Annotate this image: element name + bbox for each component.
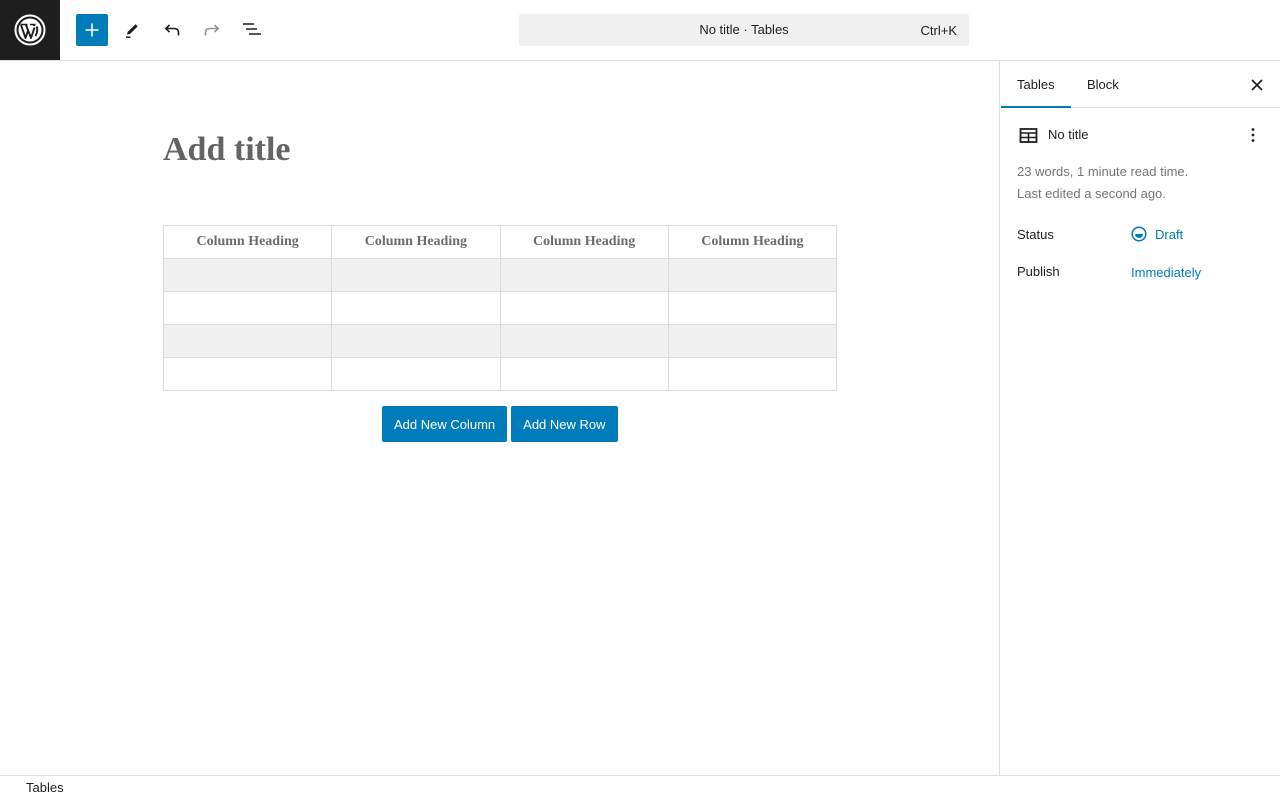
tools-button[interactable] [116, 14, 148, 46]
document-meta: 23 words, 1 minute read time. Last edite… [1017, 161, 1188, 205]
editor-footer: Tables [0, 775, 1280, 800]
column-heading-cell[interactable]: Column Heading [499, 225, 669, 259]
list-view-icon [243, 23, 261, 35]
table-cell[interactable] [499, 324, 669, 358]
document-title: No title [1048, 127, 1089, 142]
table-cell[interactable] [162, 324, 333, 358]
table-cell[interactable] [162, 258, 333, 292]
more-vertical-icon [1251, 128, 1255, 142]
column-heading-cell[interactable]: Column Heading [162, 225, 333, 259]
table-cell[interactable] [331, 291, 501, 325]
close-sidebar-button[interactable] [1245, 73, 1269, 97]
table-cell[interactable] [162, 291, 333, 325]
add-block-button[interactable] [76, 14, 108, 46]
document-summary: No title [1017, 123, 1265, 147]
draft-status-icon [1131, 226, 1147, 242]
editor-header: No title · Tables Ctrl+K [0, 0, 1280, 61]
table-cell[interactable] [331, 357, 501, 391]
redo-icon [204, 24, 220, 36]
status-value: Draft [1155, 226, 1184, 242]
table-cell[interactable] [667, 324, 838, 358]
command-palette-bar[interactable]: No title · Tables Ctrl+K [519, 14, 969, 46]
table-block[interactable]: Column Heading Column Heading Column Hea… [162, 225, 838, 391]
publish-label: Publish [1017, 264, 1060, 279]
post-title-input[interactable]: Add title [163, 129, 291, 171]
document-overview-button[interactable] [236, 14, 268, 46]
sidebar-tabs: Tables Block [1000, 61, 1280, 108]
column-heading-cell[interactable]: Column Heading [667, 225, 838, 259]
plus-icon [85, 23, 99, 37]
tab-tables[interactable]: Tables [1001, 61, 1071, 108]
block-breadcrumb[interactable]: Tables [26, 780, 64, 795]
table-cell[interactable] [667, 258, 838, 292]
pencil-icon [126, 24, 138, 38]
table-row [162, 291, 838, 325]
table-row [162, 357, 838, 391]
editor-canvas: Add title Column Heading Column Heading … [0, 61, 999, 775]
redo-button[interactable] [196, 14, 228, 46]
table-cell[interactable] [331, 258, 501, 292]
table-header-row: Column Heading Column Heading Column Hea… [162, 225, 838, 259]
publish-date-button[interactable]: Immediately [1131, 265, 1201, 280]
wordpress-icon [14, 14, 46, 46]
table-row [162, 324, 838, 358]
table-cell[interactable] [499, 357, 669, 391]
table-actions: Add New Column Add New Row [382, 406, 618, 442]
add-new-row-button[interactable]: Add New Row [511, 406, 618, 442]
wordpress-logo-button[interactable] [0, 0, 60, 60]
document-options-button[interactable] [1241, 123, 1265, 147]
table-cell[interactable] [667, 357, 838, 391]
table-icon [1019, 128, 1038, 143]
table-cell[interactable] [331, 324, 501, 358]
keyboard-shortcut-hint: Ctrl+K [920, 23, 957, 38]
column-heading-cell[interactable]: Column Heading [331, 225, 501, 259]
settings-sidebar: Tables Block No title 23 words, 1 minute… [999, 61, 1280, 775]
status-toggle[interactable]: Draft [1131, 226, 1183, 242]
document-title-label: No title · Tables [699, 22, 789, 37]
table-row [162, 258, 838, 292]
word-count-text: 23 words, 1 minute read time. [1017, 164, 1189, 179]
status-label: Status [1017, 227, 1054, 242]
close-icon [1251, 79, 1263, 91]
undo-button[interactable] [156, 14, 188, 46]
last-edited-text: Last edited a second ago. [1017, 186, 1166, 201]
add-new-column-button[interactable]: Add New Column [382, 406, 508, 442]
undo-icon [164, 24, 180, 36]
tab-block[interactable]: Block [1071, 61, 1135, 108]
table-cell[interactable] [499, 258, 669, 292]
table-cell[interactable] [162, 357, 333, 391]
table-cell[interactable] [499, 291, 669, 325]
table-cell[interactable] [667, 291, 838, 325]
